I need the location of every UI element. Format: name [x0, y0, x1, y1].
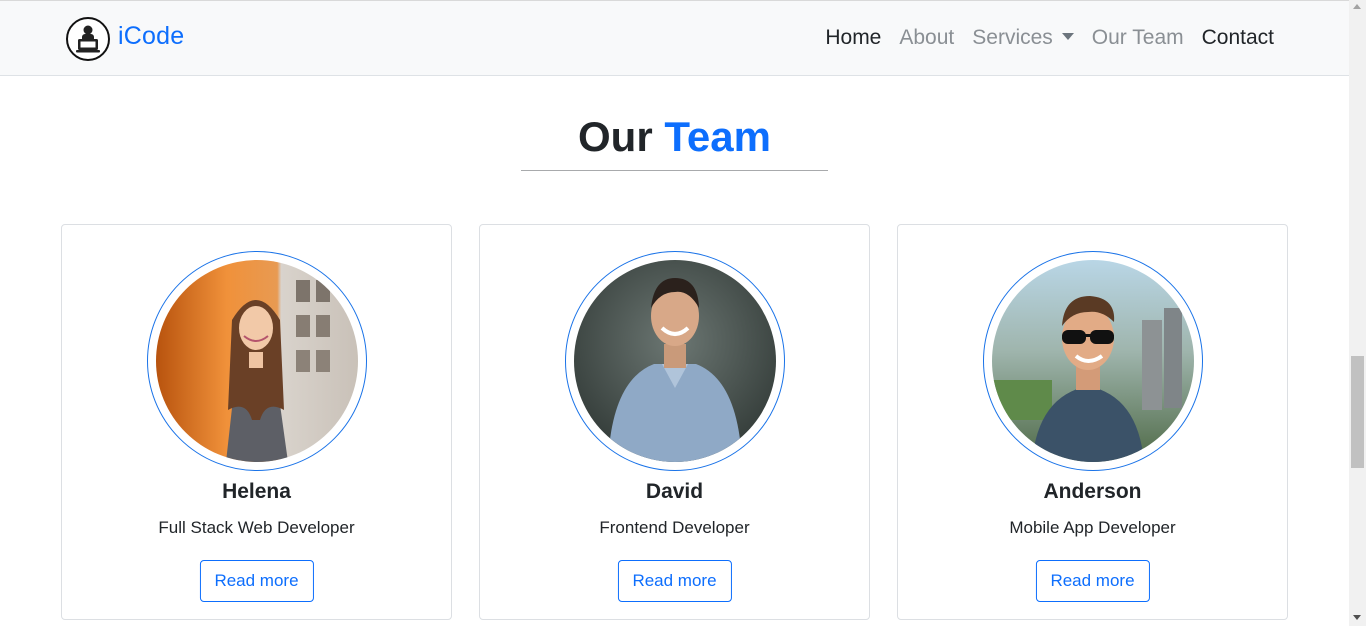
team-card-david: David Frontend Developer Read more [479, 224, 870, 620]
avatar-ring [565, 251, 785, 471]
section-title-accent: Team [664, 113, 771, 160]
member-role: Full Stack Web Developer [158, 518, 355, 537]
avatar-ring [147, 251, 367, 471]
member-name: David [645, 480, 704, 503]
brand-link[interactable]: iCode [66, 17, 184, 61]
nav-services-label: Services [972, 26, 1053, 49]
avatar-anderson [992, 260, 1194, 462]
member-name: Helena [222, 480, 291, 503]
read-more-button[interactable]: Read more [617, 560, 732, 602]
brand-name: iCode [118, 21, 185, 50]
scroll-up-arrow-icon[interactable] [1353, 4, 1361, 9]
scrollbar-thumb[interactable] [1351, 356, 1364, 468]
avatar-helena [156, 260, 358, 462]
avatar-david [574, 260, 776, 462]
section-title-part1: Our [578, 113, 653, 160]
nav-contact[interactable]: Contact [1202, 26, 1274, 50]
nav-home[interactable]: Home [825, 26, 881, 50]
member-role: Mobile App Developer [1009, 518, 1176, 537]
coder-laptop-logo-icon [66, 17, 110, 61]
nav-services-dropdown[interactable]: Services [972, 26, 1074, 50]
nav-menu: Home About Services Our Team Contact [807, 26, 1274, 50]
read-more-button[interactable]: Read more [1035, 560, 1150, 602]
avatar-ring [983, 251, 1203, 471]
scroll-down-arrow-icon[interactable] [1353, 615, 1361, 620]
team-card-helena: Helena Full Stack Web Developer Read mor… [61, 224, 452, 620]
title-underline [521, 170, 828, 171]
page-scrollbar[interactable] [1349, 0, 1366, 626]
section-title: Our Team [0, 110, 1349, 164]
read-more-button[interactable]: Read more [199, 560, 314, 602]
team-card-anderson: Anderson Mobile App Developer Read more [897, 224, 1288, 620]
nav-about[interactable]: About [899, 26, 954, 50]
member-role: Frontend Developer [599, 518, 750, 537]
nav-our-team[interactable]: Our Team [1092, 26, 1184, 50]
caret-down-icon [1061, 32, 1074, 40]
member-name: Anderson [1043, 480, 1142, 503]
navbar: iCode Home About Services Our Team Conta… [0, 0, 1349, 76]
